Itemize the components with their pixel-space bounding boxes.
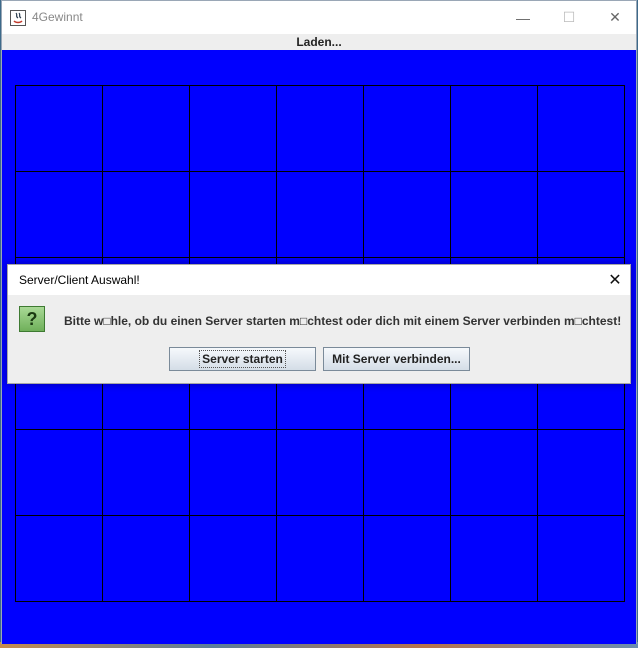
dialog-titlebar[interactable]: Server/Client Auswahl! ✕ <box>8 265 630 295</box>
board-cell[interactable] <box>189 429 277 516</box>
java-app-icon <box>10 10 26 26</box>
board-cell[interactable] <box>537 171 625 258</box>
board-cell[interactable] <box>537 515 625 602</box>
board-cell[interactable] <box>276 171 364 258</box>
board-cell[interactable] <box>102 429 190 516</box>
server-start-button[interactable]: Server starten <box>169 347 316 371</box>
board-cell[interactable] <box>363 171 451 258</box>
board-cell[interactable] <box>276 429 364 516</box>
board-cell[interactable] <box>363 85 451 172</box>
board-cell[interactable] <box>276 85 364 172</box>
board-cell[interactable] <box>537 85 625 172</box>
board-cell[interactable] <box>102 515 190 602</box>
board-cell[interactable] <box>537 429 625 516</box>
board-cell[interactable] <box>276 515 364 602</box>
close-icon: ✕ <box>608 272 622 289</box>
board-cell[interactable] <box>189 515 277 602</box>
status-label: Laden... <box>2 34 636 50</box>
connect-server-button[interactable]: Mit Server verbinden... <box>323 347 470 371</box>
board-cell[interactable] <box>450 171 538 258</box>
close-icon: ✕ <box>609 9 621 25</box>
board-row <box>15 171 625 258</box>
board-cell[interactable] <box>15 515 103 602</box>
question-icon: ? <box>19 306 45 332</box>
close-window-button[interactable]: ✕ <box>592 1 638 34</box>
board-cell[interactable] <box>363 429 451 516</box>
board-cell[interactable] <box>102 171 190 258</box>
minimize-button[interactable]: — <box>500 1 546 34</box>
window-title: 4Gewinnt <box>32 10 83 24</box>
board-cell[interactable] <box>450 429 538 516</box>
dialog-close-button[interactable]: ✕ <box>600 265 630 295</box>
window-titlebar[interactable]: 4Gewinnt — ☐ ✕ <box>2 1 636 34</box>
connect-server-label: Mit Server verbinden... <box>332 352 461 366</box>
board-cell[interactable] <box>189 171 277 258</box>
board-cell[interactable] <box>15 171 103 258</box>
board-cell[interactable] <box>363 515 451 602</box>
board-row <box>15 515 625 602</box>
dialog-message: Bitte w□hle, ob du einen Server starten … <box>64 314 622 328</box>
maximize-button[interactable]: ☐ <box>546 1 592 34</box>
minimize-icon: — <box>516 9 530 26</box>
board-cell[interactable] <box>189 85 277 172</box>
board-cell[interactable] <box>450 515 538 602</box>
board-row <box>15 85 625 172</box>
board-row <box>15 429 625 516</box>
dialog-title: Server/Client Auswahl! <box>19 273 140 287</box>
board-cell[interactable] <box>102 85 190 172</box>
server-start-label: Server starten <box>199 350 286 368</box>
board-cell[interactable] <box>450 85 538 172</box>
board-cell[interactable] <box>15 85 103 172</box>
maximize-icon: ☐ <box>562 9 576 25</box>
server-client-dialog: Server/Client Auswahl! ✕ ? Bitte w□hle, … <box>7 264 631 384</box>
board-cell[interactable] <box>15 429 103 516</box>
